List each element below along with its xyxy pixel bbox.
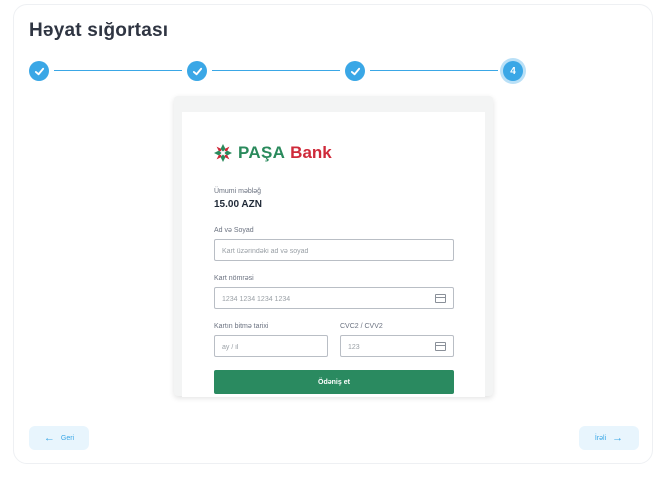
step-connector: [370, 70, 498, 71]
amount-label: Ümumi məbləğ: [214, 188, 262, 195]
step-1-completed: [29, 61, 49, 81]
cardholder-name-input[interactable]: [215, 241, 453, 262]
bank-logo: PAŞA Bank: [213, 143, 332, 163]
expiry-input[interactable]: [215, 337, 327, 358]
card-number-field[interactable]: [214, 287, 454, 310]
credit-card-icon: [435, 342, 446, 351]
back-button-label: Geri: [60, 434, 75, 442]
cvc-field[interactable]: [340, 335, 454, 358]
next-button[interactable]: İrəli →: [579, 426, 639, 450]
bank-name-bank: Bank: [290, 143, 332, 162]
next-button-label: İrəli: [594, 434, 607, 442]
cvc-label: CVC2 / CVV2: [340, 323, 383, 330]
step-connector: [54, 70, 182, 71]
bank-name-pasha: PAŞA: [238, 143, 286, 162]
credit-card-icon: [435, 294, 446, 303]
checkmark-icon: [192, 67, 202, 75]
arrow-left-icon: ←: [43, 431, 55, 444]
arrow-right-icon: →: [612, 431, 624, 444]
expiry-field[interactable]: [214, 335, 328, 358]
step-connector: [212, 70, 340, 71]
back-button[interactable]: ← Geri: [29, 426, 89, 450]
checkmark-icon: [350, 67, 360, 75]
pay-button[interactable]: Ödəniş et: [214, 370, 454, 394]
step-2-completed: [187, 61, 207, 81]
step-3-completed: [345, 61, 365, 81]
checkmark-icon: [34, 67, 44, 75]
card-number-input[interactable]: [215, 289, 453, 310]
cardholder-name-label: Ad və Soyad: [214, 227, 254, 234]
cardholder-name-field[interactable]: [214, 239, 454, 262]
amount-value: 15.00 AZN: [214, 199, 262, 210]
pasha-bank-emblem-icon: [214, 144, 232, 162]
card-number-label: Kart nömrəsi: [214, 275, 254, 282]
step-4-current: 4: [503, 61, 523, 81]
page-title: Həyat sığortası: [29, 20, 169, 41]
expiry-label: Kartın bitmə tarixi: [214, 323, 269, 330]
